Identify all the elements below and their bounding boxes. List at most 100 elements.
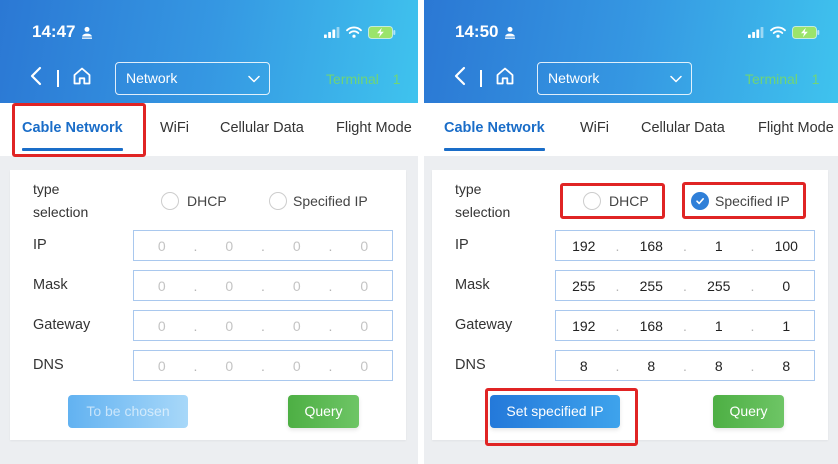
chevron-down-icon [670, 75, 682, 83]
gateway-octet-1[interactable]: 0 [134, 318, 190, 334]
specified-ip-radio[interactable] [691, 192, 709, 210]
tab-wifi[interactable]: WiFi [160, 103, 189, 156]
dns-octet-2[interactable]: 0 [202, 358, 258, 374]
dhcp-label[interactable]: DHCP [609, 192, 649, 210]
tab-cellular-data[interactable]: Cellular Data [220, 103, 304, 156]
ip-octet-3[interactable]: 0 [269, 238, 325, 254]
gateway-label: Gateway [33, 317, 91, 333]
gateway-octet-3[interactable]: 1 [691, 318, 747, 334]
dns-octet-1[interactable]: 0 [134, 358, 190, 374]
ip-input[interactable]: 192 . 168 . 1 . 100 [555, 230, 815, 261]
mask-octet-4[interactable]: 0 [337, 278, 393, 294]
octet-separator: . [193, 317, 198, 334]
gateway-octet-3[interactable]: 0 [269, 318, 325, 334]
back-button[interactable] [28, 66, 44, 91]
chevron-left-icon [30, 66, 42, 91]
ip-octet-1[interactable]: 192 [556, 238, 612, 254]
gateway-octet-2[interactable]: 0 [202, 318, 258, 334]
mask-row: Mask 0 . 0 . 0 . 0 [10, 270, 406, 301]
mask-octet-1[interactable]: 0 [134, 278, 190, 294]
mask-label: Mask [455, 277, 490, 293]
signal-icon [748, 26, 764, 38]
signal-icon [324, 26, 340, 38]
mask-octet-1[interactable]: 255 [556, 278, 612, 294]
dns-row: DNS 8 . 8 . 8 . 8 [432, 350, 828, 381]
gateway-input[interactable]: 192 . 168 . 1 . 1 [555, 310, 815, 341]
gateway-label: Gateway [455, 317, 513, 333]
wifi-icon [770, 26, 786, 38]
terminal-label[interactable]: Terminal 1 [326, 70, 401, 88]
tab-cellular-data[interactable]: Cellular Data [641, 103, 725, 156]
dns-octet-4[interactable]: 8 [759, 358, 815, 374]
status-bar-time: 14:50 [455, 21, 516, 43]
octet-separator: . [750, 277, 755, 294]
octet-separator: . [683, 357, 687, 374]
back-button[interactable] [452, 66, 468, 91]
gateway-row: Gateway 0 . 0 . 0 . 0 [10, 310, 406, 341]
mask-octet-4[interactable]: 0 [759, 278, 815, 294]
tab-flight-mode[interactable]: Flight Mode [758, 103, 834, 156]
octet-separator: . [750, 317, 755, 334]
section-dropdown[interactable]: Network [537, 62, 692, 95]
tab-wifi[interactable]: WiFi [580, 103, 609, 156]
dns-input[interactable]: 0 . 0 . 0 . 0 [133, 350, 393, 381]
ip-octet-2[interactable]: 168 [624, 238, 680, 254]
ip-label: IP [455, 237, 469, 253]
dhcp-radio[interactable] [161, 192, 179, 210]
dns-octet-4[interactable]: 0 [337, 358, 393, 374]
octet-separator: . [328, 277, 333, 294]
tab-bar: Cable Network WiFi Cellular Data Flight … [424, 103, 838, 156]
octet-separator: . [615, 317, 620, 334]
home-button[interactable] [71, 67, 93, 89]
gateway-input[interactable]: 0 . 0 . 0 . 0 [133, 310, 393, 341]
octet-separator: . [261, 277, 265, 294]
dns-input[interactable]: 8 . 8 . 8 . 8 [555, 350, 815, 381]
gateway-octet-2[interactable]: 168 [624, 318, 680, 334]
dhcp-label[interactable]: DHCP [187, 192, 227, 210]
specified-ip-label[interactable]: Specified IP [715, 192, 790, 210]
dns-octet-3[interactable]: 8 [691, 358, 747, 374]
query-button[interactable]: Query [713, 395, 784, 428]
tab-flight-mode[interactable]: Flight Mode [336, 103, 412, 156]
mask-input[interactable]: 255 . 255 . 255 . 0 [555, 270, 815, 301]
ip-input[interactable]: 0 . 0 . 0 . 0 [133, 230, 393, 261]
query-button[interactable]: Query [288, 395, 359, 428]
nav-divider [57, 70, 59, 87]
dns-octet-3[interactable]: 0 [269, 358, 325, 374]
mask-octet-3[interactable]: 255 [691, 278, 747, 294]
tab-cable-network[interactable]: Cable Network [444, 103, 545, 156]
dhcp-radio[interactable] [583, 192, 601, 210]
gateway-octet-1[interactable]: 192 [556, 318, 612, 334]
specified-ip-radio[interactable] [269, 192, 287, 210]
ip-octet-1[interactable]: 0 [134, 238, 190, 254]
mask-input[interactable]: 0 . 0 . 0 . 0 [133, 270, 393, 301]
mask-octet-2[interactable]: 0 [202, 278, 258, 294]
mask-octet-2[interactable]: 255 [624, 278, 680, 294]
gateway-octet-4[interactable]: 1 [759, 318, 815, 334]
dns-octet-1[interactable]: 8 [556, 358, 612, 374]
gateway-octet-4[interactable]: 0 [337, 318, 393, 334]
battery-charging-icon [368, 25, 396, 39]
mask-label: Mask [33, 277, 68, 293]
dns-octet-2[interactable]: 8 [624, 358, 680, 374]
home-button[interactable] [494, 67, 516, 89]
wifi-icon [346, 26, 362, 38]
ip-octet-3[interactable]: 1 [691, 238, 747, 254]
terminal-label[interactable]: Terminal 1 [745, 70, 820, 88]
set-specified-ip-button[interactable]: Set specified IP [490, 395, 620, 428]
ip-octet-2[interactable]: 0 [202, 238, 258, 254]
to-be-chosen-button[interactable]: To be chosen [68, 395, 188, 428]
octet-separator: . [328, 237, 333, 254]
chevron-left-icon [454, 66, 466, 91]
tab-cable-network[interactable]: Cable Network [22, 103, 123, 156]
ip-octet-4[interactable]: 100 [759, 238, 815, 254]
specified-ip-label[interactable]: Specified IP [293, 192, 368, 210]
section-dropdown[interactable]: Network [115, 62, 270, 95]
phone-screen-left: 14:47 Network Terminal 1 Cable Network W… [0, 0, 418, 464]
ip-row: IP 0 . 0 . 0 . 0 [10, 230, 406, 261]
address-fields: IP 192 . 168 . 1 . 100 Mask 255 . 255 . [432, 230, 828, 382]
mask-octet-3[interactable]: 0 [269, 278, 325, 294]
ip-octet-4[interactable]: 0 [337, 238, 393, 254]
octet-separator: . [750, 237, 755, 254]
octet-separator: . [193, 277, 198, 294]
